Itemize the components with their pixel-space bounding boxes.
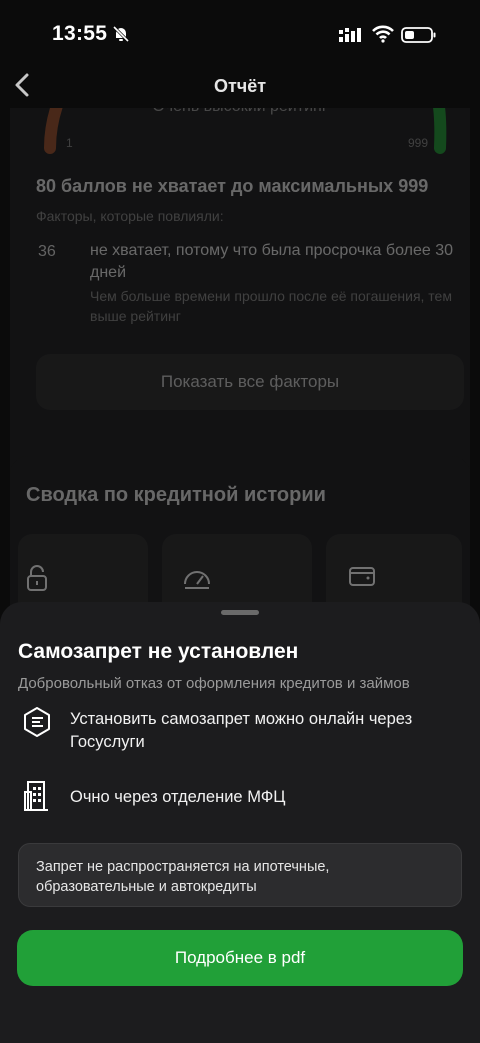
option-gosuslugi[interactable]: Установить самозапрет можно онлайн через… bbox=[0, 706, 480, 756]
unlock-icon bbox=[27, 565, 47, 591]
wifi-icon bbox=[372, 25, 394, 48]
gauge-min-label: 1 bbox=[66, 136, 73, 150]
rating-level-label: Очень высокий рейтинг bbox=[10, 108, 470, 116]
sheet-subtitle: Добровольный отказ от оформления кредито… bbox=[18, 675, 410, 692]
info-note-text: Запрет не распространяется на ипотечные,… bbox=[36, 859, 330, 895]
battery-icon bbox=[401, 26, 437, 49]
page-title: Отчёт bbox=[213, 76, 267, 96]
bottom-sheet: Самозапрет не установлен Добровольный от… bbox=[0, 602, 480, 1043]
signal-icon bbox=[339, 28, 363, 49]
gauge-max-label: 999 bbox=[408, 136, 429, 150]
speedometer-icon bbox=[184, 571, 210, 589]
show-all-factors-button[interactable]: Показать все факторы bbox=[36, 354, 464, 410]
status-bar: 13:55 bbox=[0, 0, 480, 70]
report-content: Очень высокий рейтинг 1 999 80 баллов не… bbox=[0, 108, 480, 628]
bell-muted-icon bbox=[112, 25, 130, 48]
option-mfc-label: Очно через отделение МФЦ bbox=[70, 788, 286, 806]
sheet-title: Самозапрет не установлен bbox=[18, 640, 299, 663]
factor-value: 36 bbox=[38, 243, 56, 260]
details-pdf-button[interactable]: Подробнее в pdf bbox=[17, 930, 463, 986]
sheet-drag-handle[interactable] bbox=[221, 610, 259, 615]
rating-headline: 80 баллов не хватает до максимальных 999 bbox=[36, 176, 429, 196]
info-note: Запрет не распространяется на ипотечные,… bbox=[18, 843, 462, 907]
credit-summary-title: Сводка по кредитной истории bbox=[26, 484, 326, 506]
wallet-icon bbox=[349, 567, 375, 586]
option-gosuslugi-label: Установить самозапрет можно онлайн через… bbox=[70, 710, 413, 751]
status-time: 13:55 bbox=[52, 22, 108, 45]
gosuslugi-icon bbox=[24, 707, 50, 737]
nav-bar: Отчёт bbox=[0, 62, 480, 112]
factor-title: не хватает, потому что была просрочка бо… bbox=[90, 242, 453, 281]
option-mfc[interactable]: Очно через отделение МФЦ bbox=[0, 778, 480, 814]
factor-description: Чем больше времени прошло после её погаш… bbox=[90, 288, 452, 324]
factors-label: Факторы, которые повлияли: bbox=[36, 208, 224, 224]
building-icon bbox=[24, 781, 48, 811]
